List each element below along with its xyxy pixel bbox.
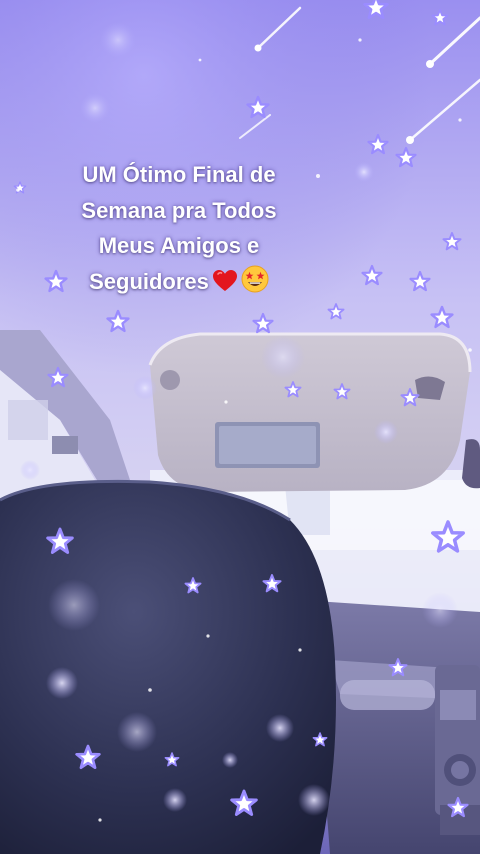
- caption-line-2: Semana pra Todos: [81, 197, 277, 223]
- greeting-caption: UM Ótimo Final de Semana pra Todos Meus …: [20, 157, 338, 299]
- story-photo-scene: UM Ótimo Final de Semana pra Todos Meus …: [0, 0, 480, 854]
- car-interior-photo: [0, 0, 480, 854]
- star-struck-face-icon: [241, 265, 269, 292]
- caption-line-3: Meus Amigos e: [98, 233, 260, 258]
- caption-line-1: UM Ótimo Final de: [82, 162, 276, 187]
- caption-line-4: Seguidores: [20, 264, 338, 300]
- red-heart-icon: [212, 269, 237, 291]
- caption-line-4-text: Seguidores: [89, 268, 209, 294]
